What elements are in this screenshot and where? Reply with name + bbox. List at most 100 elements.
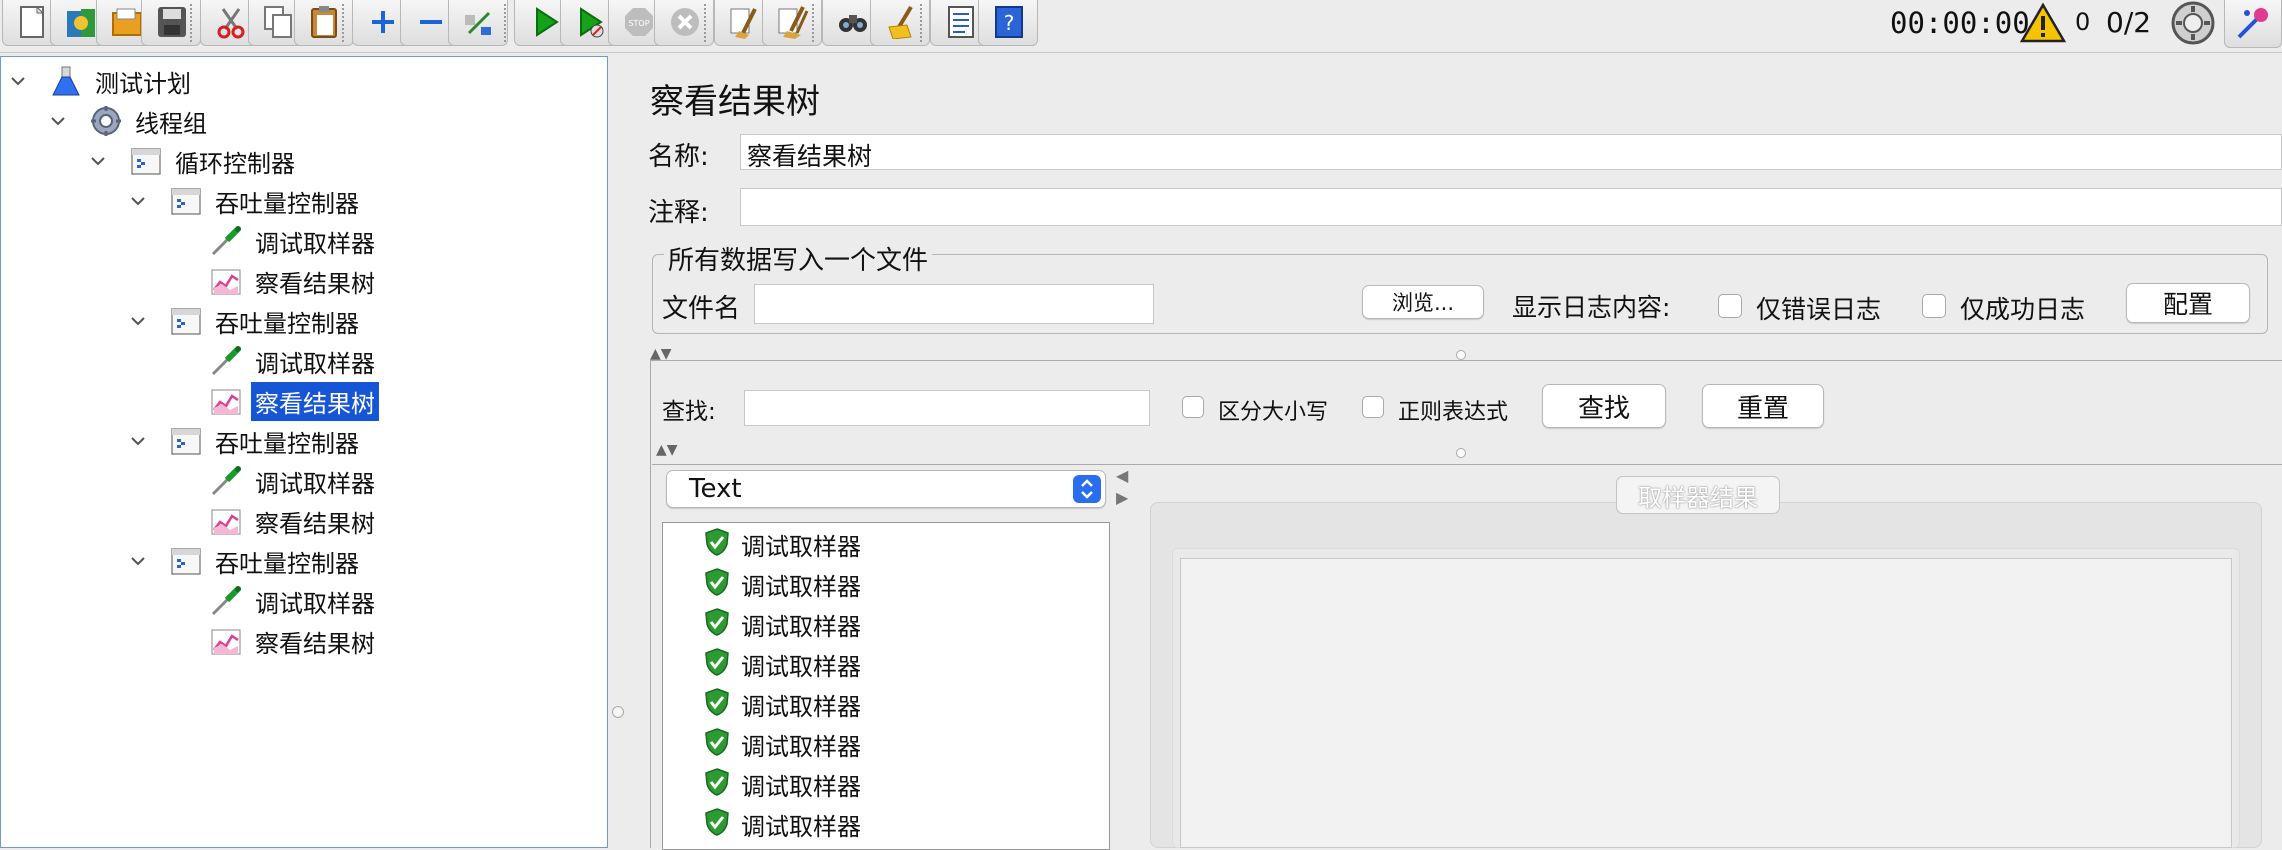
tree-node[interactable]: 循环控制器: [89, 141, 299, 181]
name-label: 名称:: [648, 142, 709, 172]
tree-node[interactable]: 调试取样器: [169, 461, 379, 501]
tree-node-label[interactable]: 吞吐量控制器: [211, 302, 363, 341]
tree-node-label[interactable]: 测试计划: [91, 62, 195, 101]
toolbar-separator: [704, 4, 708, 42]
tree-node[interactable]: 吞吐量控制器: [129, 541, 363, 581]
tree-node[interactable]: 察看结果树: [169, 381, 379, 421]
list-item[interactable]: 调试取样器: [703, 765, 861, 803]
log-viewer-button[interactable]: [2224, 0, 2282, 48]
toolbar-separator: [342, 4, 346, 42]
test-plan-tree[interactable]: 测试计划 线程组 循环控制器 吞吐量控制器 调试取样器 察看结果树 吞吐量控制器 调试取样器察…: [0, 56, 608, 848]
remote-status-icon: [2171, 1, 2215, 45]
warning-icon[interactable]: [2020, 2, 2066, 44]
chevron-down-icon[interactable]: [9, 72, 27, 90]
tree-node-label[interactable]: 吞吐量控制器: [211, 182, 363, 221]
success-shield-icon: [703, 567, 731, 601]
controller-icon: [129, 144, 163, 178]
search-input[interactable]: [744, 390, 1150, 426]
renderer-select[interactable]: Text: [666, 470, 1106, 508]
split-handle-icon[interactable]: [1456, 350, 1466, 360]
tree-node-label[interactable]: 循环控制器: [171, 142, 299, 181]
tree-node-label[interactable]: 调试取样器: [251, 342, 379, 381]
tree-node-label[interactable]: 察看结果树: [251, 381, 379, 421]
list-item-label: 调试取样器: [741, 812, 861, 841]
list-item[interactable]: 调试取样器: [703, 725, 861, 763]
name-field[interactable]: 察看结果树: [740, 134, 2282, 171]
find-button[interactable]: 查找: [1542, 384, 1666, 428]
collapse-left-icon[interactable]: ◀: [1116, 466, 1128, 485]
log-content-label: 显示日志内容:: [1512, 293, 1671, 322]
tree-node[interactable]: 吞吐量控制器: [129, 181, 363, 221]
tree-node[interactable]: 察看结果树: [169, 501, 379, 541]
list-item[interactable]: 调试取样器: [703, 685, 861, 723]
tree-node[interactable]: 吞吐量控制器: [129, 421, 363, 461]
list-item-label: 调试取样器: [741, 532, 861, 561]
reset-button[interactable]: 重置: [1702, 384, 1824, 428]
active-threads: 0/2: [2106, 6, 2152, 39]
configure-button[interactable]: 配置: [2126, 283, 2250, 323]
split-arrows-icon[interactable]: ▲▼: [656, 442, 678, 458]
tree-node-label[interactable]: 察看结果树: [251, 502, 379, 541]
success-shield-icon: [703, 807, 731, 841]
filename-field[interactable]: [754, 284, 1154, 324]
list-item[interactable]: 调试取样器: [703, 805, 861, 843]
elapsed-time: 00:00:00: [1890, 6, 2030, 40]
toggle-button[interactable]: [448, 0, 508, 46]
help-button[interactable]: ?: [978, 0, 1038, 46]
success-shield-icon: [703, 647, 731, 681]
chevron-down-icon[interactable]: [89, 152, 107, 170]
tree-node[interactable]: 察看结果树: [169, 261, 379, 301]
tree-node-label[interactable]: 吞吐量控制器: [211, 542, 363, 581]
list-item[interactable]: 调试取样器: [703, 645, 861, 683]
tree-node-label[interactable]: 吞吐量控制器: [211, 422, 363, 461]
list-item[interactable]: 调试取样器: [703, 525, 861, 563]
listener-icon: [209, 624, 243, 658]
chevron-down-icon[interactable]: [129, 192, 147, 210]
filename-label: 文件名: [662, 294, 741, 324]
tree-node[interactable]: 调试取样器: [169, 221, 379, 261]
case-sensitive-checkbox[interactable]: [1182, 396, 1204, 418]
tree-node[interactable]: 调试取样器: [169, 341, 379, 381]
collapse-right-icon[interactable]: ▶: [1116, 488, 1128, 507]
sampler-icon: [209, 224, 243, 258]
tree-node-label[interactable]: 调试取样器: [251, 582, 379, 621]
comment-field[interactable]: [740, 188, 2282, 226]
errors-only-checkbox[interactable]: [1718, 294, 1742, 318]
list-item[interactable]: 调试取样器: [703, 605, 861, 643]
divider: [652, 464, 2282, 465]
chevron-down-icon[interactable]: [129, 552, 147, 570]
chevron-down-icon[interactable]: [129, 312, 147, 330]
chevron-down-icon[interactable]: [49, 112, 67, 130]
success-shield-icon: [703, 767, 731, 801]
tree-node-label[interactable]: 察看结果树: [251, 262, 379, 301]
list-item[interactable]: 调试取样器: [703, 565, 861, 603]
split-handle-icon[interactable]: [1456, 448, 1466, 458]
case-sensitive-label: 区分大小写: [1218, 400, 1329, 425]
regex-checkbox[interactable]: [1362, 396, 1384, 418]
chevron-down-icon[interactable]: [129, 432, 147, 450]
tree-node[interactable]: 线程组: [49, 101, 211, 141]
tree-node-label[interactable]: 调试取样器: [251, 222, 379, 261]
controller-icon: [169, 304, 203, 338]
listener-icon: [209, 264, 243, 298]
tree-node-label[interactable]: 察看结果树: [251, 622, 379, 661]
list-item-label: 调试取样器: [741, 612, 861, 641]
tree-node[interactable]: 吞吐量控制器: [129, 301, 363, 341]
tree-node[interactable]: 测试计划: [9, 61, 195, 101]
browse-button[interactable]: 浏览...: [1362, 285, 1484, 319]
sample-result-list[interactable]: 调试取样器 调试取样器 调试取样器 调试取样器 调试取样器 调试取样器 调试取样器 调试取样器: [662, 522, 1110, 850]
tree-node[interactable]: 察看结果树: [169, 621, 379, 661]
sampler-detail-content: [1180, 558, 2232, 848]
controller-icon: [169, 544, 203, 578]
file-group-title: 所有数据写入一个文件: [664, 240, 933, 277]
tree-node[interactable]: 调试取样器: [169, 581, 379, 621]
success-only-checkbox[interactable]: [1922, 294, 1946, 318]
tree-node-label[interactable]: 线程组: [131, 102, 211, 141]
svg-text:?: ?: [1004, 11, 1015, 35]
tab-sampler-result[interactable]: 取样器结果: [1616, 476, 1780, 514]
tree-node-label[interactable]: 调试取样器: [251, 462, 379, 501]
